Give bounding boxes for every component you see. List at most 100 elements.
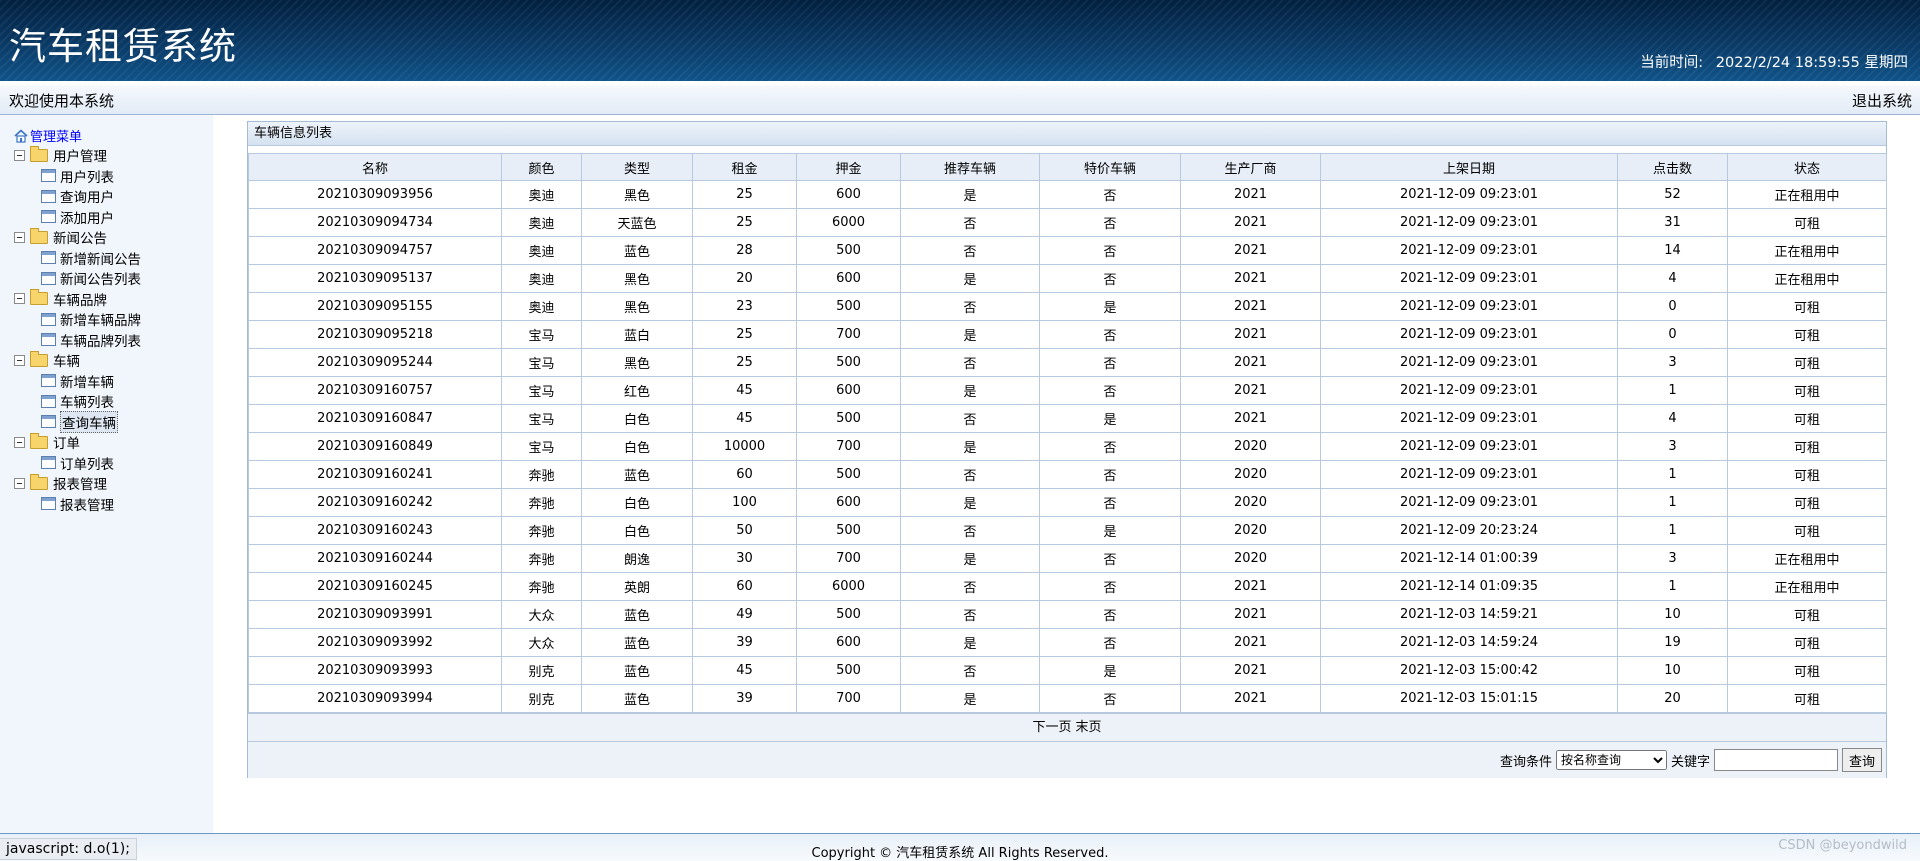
menu-item[interactable]: 新增车辆品牌 [14, 309, 141, 330]
table-cell: 可租 [1727, 628, 1887, 657]
menu-item-label[interactable]: 新增车辆 [60, 371, 114, 391]
column-header: 状态 [1727, 153, 1887, 181]
table-cell: 否 [900, 348, 1040, 377]
menu-item[interactable]: 新闻公告列表 [14, 268, 141, 289]
table-cell: 否 [900, 460, 1040, 489]
table-cell: 28 [692, 236, 797, 265]
sidebar: 管理菜单 用户管理 用户列表 查询用户 添加用户 新闻公告 新增新闻公告 新闻公告列表 车辆品牌… [0, 115, 213, 833]
table-cell: 否 [900, 600, 1040, 629]
menu-group-label[interactable]: 用户管理 [53, 145, 107, 165]
menu-item[interactable]: 车辆品牌列表 [14, 330, 141, 351]
table-cell: 红色 [581, 376, 693, 405]
menu-group[interactable]: 订单 [14, 432, 141, 453]
tree-root-label[interactable]: 管理菜单 [30, 126, 82, 145]
table-cell: 奥迪 [501, 292, 582, 321]
menu-group-label[interactable]: 车辆 [53, 350, 80, 370]
search-condition-select[interactable]: 按名称查询 [1555, 750, 1667, 770]
table-cell: 是 [1039, 292, 1181, 321]
table-cell: 否 [900, 208, 1040, 237]
menu-group[interactable]: 车辆 [14, 350, 141, 371]
app-header: 汽车租赁系统 当前时间: 2022/2/24 18:59:55 星期四 [0, 0, 1920, 81]
menu-item-label[interactable]: 新增新闻公告 [60, 248, 141, 268]
menu-item-label[interactable]: 查询车辆 [60, 410, 118, 433]
table-row: 20210309160243 奔驰 白色 50 500 否是 2020 2021-12-09 … [248, 516, 1887, 545]
collapse-icon[interactable] [14, 149, 25, 161]
menu-group-label[interactable]: 新闻公告 [53, 227, 107, 247]
page-icon [41, 312, 56, 326]
table-cell: 2021 [1180, 376, 1321, 405]
table-cell: 2021 [1180, 320, 1321, 349]
collapse-icon[interactable] [14, 477, 25, 489]
menu-item-label[interactable]: 用户列表 [60, 166, 114, 186]
search-button[interactable]: 查询 [1841, 748, 1882, 772]
table-cell: 奥迪 [501, 180, 582, 209]
table-cell: 20 [692, 264, 797, 293]
table-cell: 19 [1617, 628, 1728, 657]
table-cell: 60 [692, 572, 797, 601]
menu-item-label[interactable]: 报表管理 [60, 494, 114, 514]
menu-item-label[interactable]: 车辆列表 [60, 391, 114, 411]
table-cell: 2021 [1180, 404, 1321, 433]
column-header: 类型 [581, 153, 693, 181]
menu-item[interactable]: 用户列表 [14, 166, 141, 187]
keyword-input[interactable] [1713, 749, 1838, 771]
table-cell: 600 [796, 488, 901, 517]
menu-group-label[interactable]: 车辆品牌 [53, 289, 107, 309]
table-cell: 蓝色 [581, 600, 693, 629]
table-cell: 否 [900, 572, 1040, 601]
menu-group-label[interactable]: 订单 [53, 432, 80, 452]
menu-item[interactable]: 新增车辆 [14, 371, 141, 392]
folder-icon [30, 289, 48, 306]
table-cell: 10000 [692, 432, 797, 461]
footer: Copyright © 汽车租赁系统 All Rights Reserved. … [0, 833, 1920, 861]
table-cell: 是 [900, 180, 1040, 209]
table-cell: 2021 [1180, 292, 1321, 321]
table-cell: 否 [900, 292, 1040, 321]
menu-group[interactable]: 报表管理 [14, 473, 141, 494]
table-cell: 2021-12-09 09:23:01 [1320, 348, 1618, 377]
current-time-value: 2022/2/24 18:59:55 星期四 [1715, 55, 1908, 71]
table-cell: 3 [1617, 348, 1728, 377]
table-cell: 朗逸 [581, 544, 693, 573]
menu-item-label[interactable]: 新增车辆品牌 [60, 309, 141, 329]
welcome-bar: 欢迎使用本系统 退出系统 [0, 85, 1920, 115]
menu-group[interactable]: 新闻公告 [14, 227, 141, 248]
table-cell: 宝马 [501, 376, 582, 405]
table-cell: 否 [1039, 600, 1181, 629]
last-page-link[interactable]: 末页 [1076, 720, 1102, 735]
menu-group[interactable]: 车辆品牌 [14, 289, 141, 310]
collapse-icon[interactable] [14, 436, 25, 448]
menu-item-label[interactable]: 车辆品牌列表 [60, 330, 141, 350]
menu-item[interactable]: 查询车辆 [14, 410, 141, 433]
table-cell: 正在租用中 [1727, 236, 1887, 265]
menu-item-label[interactable]: 添加用户 [60, 207, 114, 227]
table-cell: 700 [796, 320, 901, 349]
menu-group-label[interactable]: 报表管理 [53, 473, 107, 493]
table-cell: 2021-12-09 09:23:01 [1320, 376, 1618, 405]
menu-item-label[interactable]: 订单列表 [60, 453, 114, 473]
menu-item[interactable]: 新增新闻公告 [14, 248, 141, 269]
table-cell: 25 [692, 348, 797, 377]
next-page-link[interactable]: 下一页 [1032, 720, 1071, 735]
collapse-icon[interactable] [14, 231, 25, 243]
table-cell: 52 [1617, 180, 1728, 209]
menu-item[interactable]: 查询用户 [14, 186, 141, 207]
menu-item[interactable]: 订单列表 [14, 453, 141, 474]
tree-root[interactable]: 管理菜单 [14, 126, 141, 145]
table-cell: 50 [692, 516, 797, 545]
table-cell: 10 [1617, 656, 1728, 685]
collapse-icon[interactable] [14, 354, 25, 366]
table-cell: 3 [1617, 432, 1728, 461]
table-cell: 否 [900, 656, 1040, 685]
menu-item[interactable]: 添加用户 [14, 207, 141, 228]
table-cell: 1 [1617, 572, 1728, 601]
collapse-icon[interactable] [14, 293, 25, 305]
menu-item-label[interactable]: 新闻公告列表 [60, 268, 141, 288]
table-cell: 4 [1617, 264, 1728, 293]
menu-item[interactable]: 报表管理 [14, 494, 141, 515]
logout-link[interactable]: 退出系统 [1852, 90, 1912, 111]
table-cell: 蓝色 [581, 656, 693, 685]
menu-item-label[interactable]: 查询用户 [60, 186, 114, 206]
menu-item[interactable]: 车辆列表 [14, 391, 141, 412]
menu-group[interactable]: 用户管理 [14, 145, 141, 166]
